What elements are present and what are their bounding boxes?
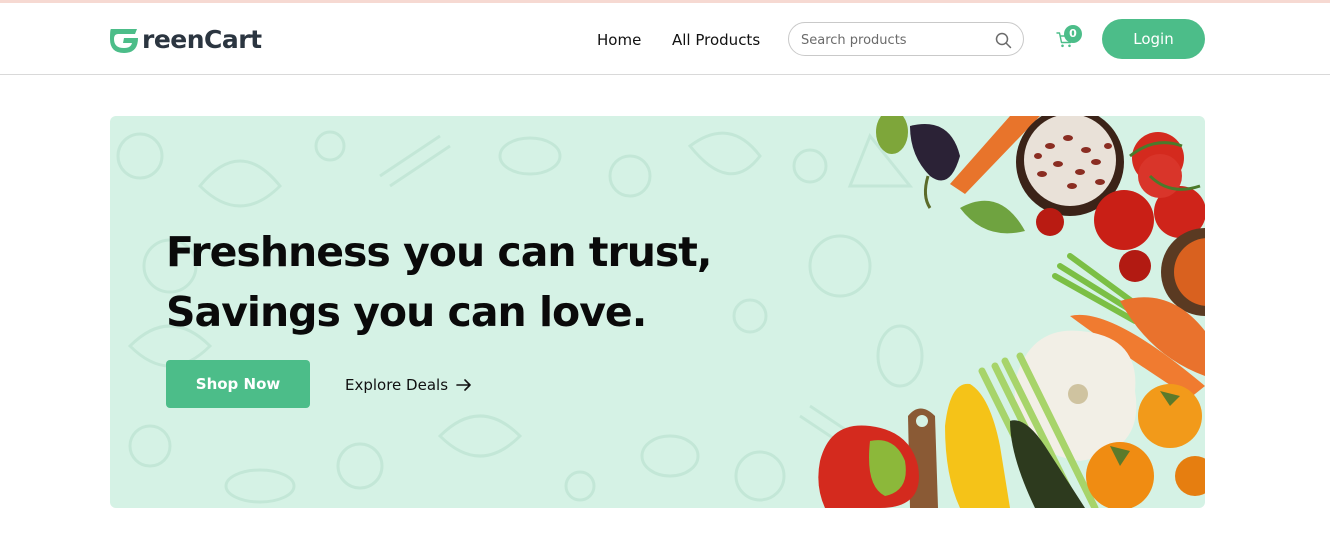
hero-title: Freshness you can trust, Savings you can… bbox=[166, 222, 786, 342]
hero-title-line-1: Freshness you can trust, bbox=[166, 228, 712, 276]
hero-banner: Freshness you can trust, Savings you can… bbox=[110, 116, 1205, 508]
login-button[interactable]: Login bbox=[1102, 19, 1205, 59]
logo-text: reenCart bbox=[142, 25, 262, 54]
nav-home-link[interactable]: Home bbox=[597, 31, 641, 49]
explore-deals-label: Explore Deals bbox=[345, 376, 449, 394]
hero-title-line-2: Savings you can love. bbox=[166, 288, 647, 336]
logo-g-icon bbox=[110, 29, 138, 53]
search-icon[interactable] bbox=[995, 32, 1012, 49]
navbar: reenCart Home All Products 0 Login bbox=[0, 3, 1330, 75]
search-box bbox=[788, 22, 1024, 56]
cart-count-badge: 0 bbox=[1064, 25, 1082, 43]
arrow-right-icon bbox=[456, 379, 471, 391]
nav-all-products-link[interactable]: All Products bbox=[672, 31, 760, 49]
logo[interactable]: reenCart bbox=[109, 25, 262, 55]
shop-now-button[interactable]: Shop Now bbox=[166, 360, 310, 408]
explore-deals-link[interactable]: Explore Deals bbox=[345, 375, 472, 395]
search-input[interactable] bbox=[801, 30, 986, 50]
vegetables-image bbox=[818, 116, 1205, 508]
